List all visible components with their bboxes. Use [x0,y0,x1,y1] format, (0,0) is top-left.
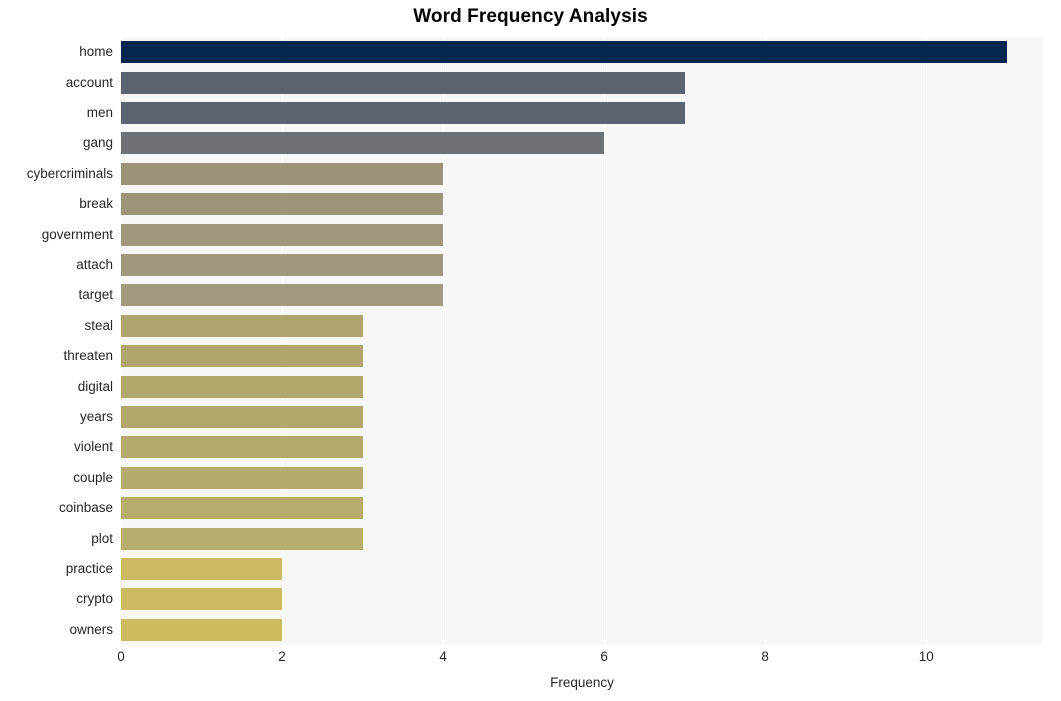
x-axis-ticks: 0 2 4 6 8 10 [117,649,1043,669]
bar [121,345,363,368]
y-axis-tick-label: break [79,196,113,212]
y-axis-tick-label: couple [73,469,113,485]
y-axis-tick-label: violent [73,439,113,455]
bar [121,223,444,246]
y-axis-tick-label: account [65,74,113,90]
x-axis-title: Frequency [550,675,614,690]
bar [121,41,1007,64]
y-axis-tick-label: home [79,44,113,60]
bar [121,406,363,428]
y-axis-tick-label: plot [91,530,113,546]
y-axis-tick-label: coinbase [58,500,113,516]
y-axis-tick-label: gang [82,135,113,151]
x-axis-tick-label: 0 [117,649,125,664]
bar [121,284,444,307]
bar [121,436,363,459]
y-axis-tick-label: threaten [63,348,113,364]
y-axis-tick-label: government [41,226,113,242]
x-axis-tick-label: 2 [278,649,286,664]
bar [121,497,363,520]
word-frequency-chart: Word Frequency Analysis home account men ga… [0,0,1061,701]
bar [121,162,444,185]
bar [121,254,444,276]
y-axis-tick-label: years [79,409,113,424]
bar [121,618,283,641]
y-axis-tick-label: digital [77,378,113,394]
y-axis-tick-label: practice [65,561,113,576]
bar [121,466,363,489]
x-axis-tick-label: 10 [918,649,934,664]
x-axis-tick-label: 6 [600,649,608,664]
x-axis-tick-label: 4 [439,649,447,664]
y-axis-tick-label: steal [84,317,113,333]
x-axis-tick-label: 8 [761,649,769,664]
plot-area [121,37,1043,645]
bar [121,375,363,398]
bar [121,588,283,611]
bar [121,132,605,155]
y-axis-tick-label: owners [69,621,113,637]
y-axis-labels: home account men gang cybercriminals break gov… [0,37,113,645]
bar [121,527,363,550]
bar [121,102,685,124]
y-axis-tick-label: men [86,105,113,120]
y-axis-tick-label: attach [76,257,113,272]
bars-layer [121,37,1043,645]
chart-title: Word Frequency Analysis [413,6,648,27]
bar [121,193,444,216]
y-axis-tick-label: target [78,287,113,303]
y-axis-tick-label: crypto [76,591,113,607]
bar [121,314,363,337]
bar [121,558,283,580]
bar [121,71,685,94]
y-axis-tick-label: cybercriminals [26,165,113,181]
